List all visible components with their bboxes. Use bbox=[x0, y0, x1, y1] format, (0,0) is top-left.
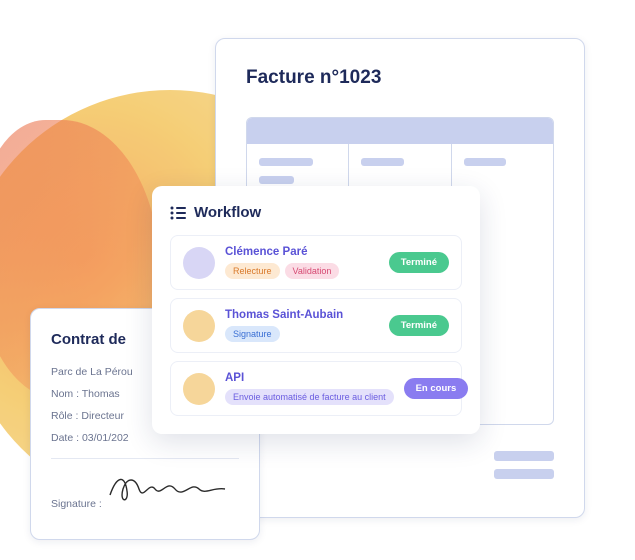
workflow-item-name: API bbox=[225, 372, 394, 384]
workflow-item[interactable]: Thomas Saint-Aubain Signature Terminé bbox=[170, 298, 462, 353]
contract-signature-row: Signature : bbox=[51, 467, 239, 510]
workflow-tag: Envoie automatisé de facture au client bbox=[225, 389, 394, 405]
workflow-item-name: Thomas Saint-Aubain bbox=[225, 309, 379, 321]
workflow-item[interactable]: Clémence Paré Relecture Validation Terminé bbox=[170, 235, 462, 290]
status-badge: Terminé bbox=[389, 315, 449, 336]
signature-label: Signature : bbox=[51, 498, 102, 510]
workflow-tag: Relecture bbox=[225, 263, 280, 279]
workflow-list-icon bbox=[170, 206, 186, 220]
workflow-item-name: Clémence Paré bbox=[225, 246, 379, 258]
workflow-item[interactable]: API Envoie automatisé de facture au clien… bbox=[170, 361, 462, 416]
workflow-tag: Signature bbox=[225, 326, 280, 342]
avatar bbox=[183, 373, 215, 405]
workflow-card: Workflow Clémence Paré Relecture Validatio… bbox=[152, 186, 480, 434]
signature-icon bbox=[105, 498, 235, 510]
avatar bbox=[183, 310, 215, 342]
avatar bbox=[183, 247, 215, 279]
status-badge: Terminé bbox=[389, 252, 449, 273]
invoice-title: Facture n°1023 bbox=[246, 67, 554, 89]
workflow-title: Workflow bbox=[194, 204, 261, 221]
workflow-tag: Validation bbox=[285, 263, 340, 279]
invoice-table-header bbox=[247, 118, 553, 144]
invoice-totals bbox=[494, 451, 554, 487]
status-badge: En cours bbox=[404, 378, 469, 399]
